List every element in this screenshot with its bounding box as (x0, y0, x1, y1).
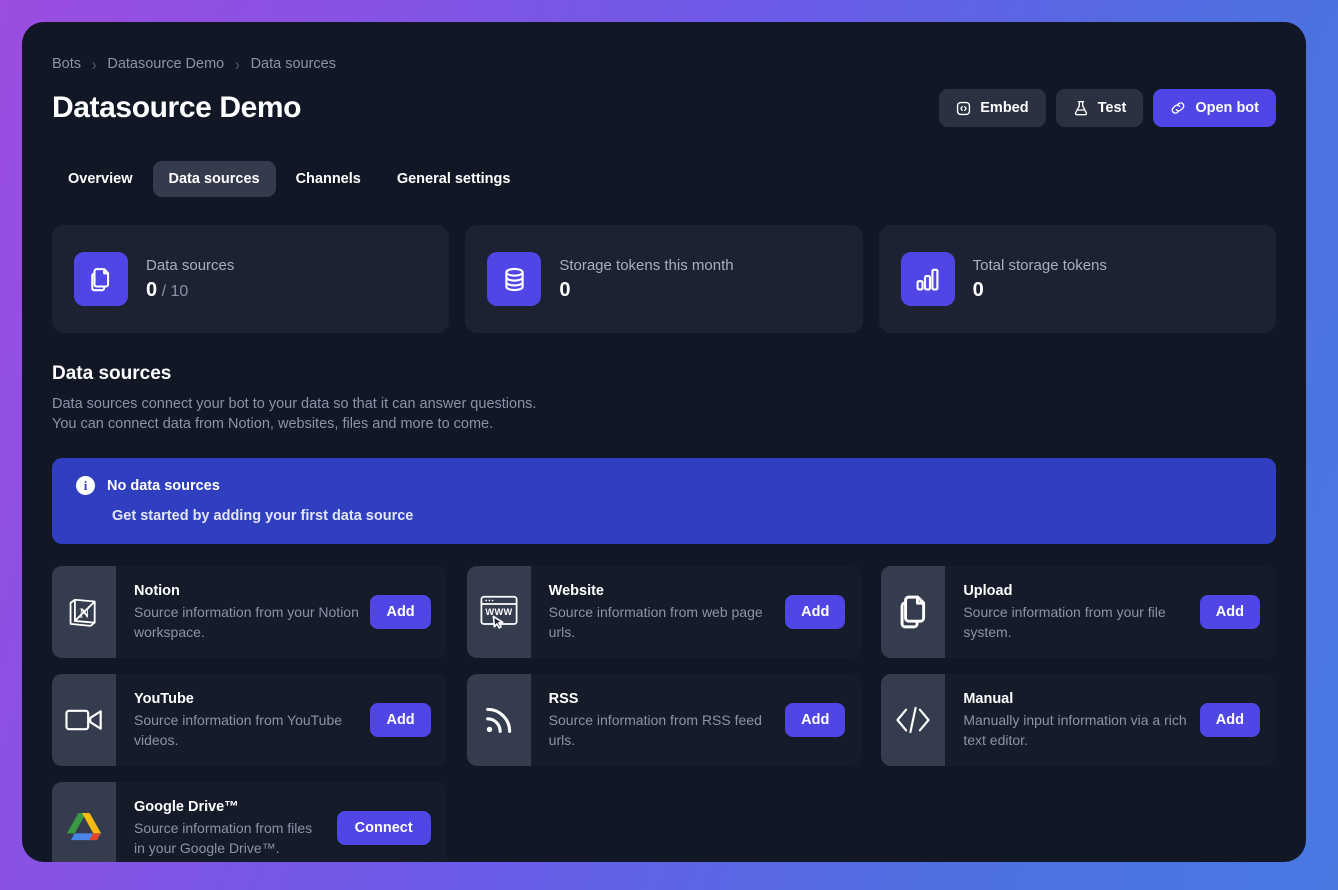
source-name: Manual (963, 690, 1014, 707)
breadcrumb-item-bots[interactable]: Bots (52, 56, 81, 72)
test-button-label: Test (1097, 100, 1127, 116)
link-icon (1170, 100, 1186, 116)
flask-icon (1073, 100, 1089, 116)
stat-card-total-storage-tokens: Total storage tokens 0 (878, 225, 1276, 333)
add-youtube-button[interactable]: Add (370, 703, 431, 737)
bar-chart-icon (900, 252, 955, 306)
test-button[interactable]: Test (1055, 89, 1144, 127)
source-name: Google Drive™ (134, 798, 239, 815)
documents-icon (881, 566, 946, 658)
embed-code-icon (956, 101, 971, 116)
info-icon: i (76, 476, 95, 495)
google-drive-icon (52, 782, 116, 862)
source-cards-grid: N Notion Source information from your No… (52, 566, 1276, 862)
source-card-rss: RSS Source information from RSS feed url… (466, 674, 862, 766)
source-description: Source information from your file system… (963, 603, 1166, 640)
source-description: Source information from YouTube videos. (134, 711, 343, 748)
stat-card-data-sources: Data sources 0 / 10 (52, 225, 450, 333)
breadcrumb-item-data-sources[interactable]: Data sources (251, 56, 336, 72)
source-name: Notion (134, 582, 180, 599)
breadcrumb-item-datasource-demo[interactable]: Datasource Demo (107, 56, 224, 72)
section-description: Data sources connect your bot to your da… (52, 396, 537, 432)
banner-title: No data sources (107, 477, 220, 494)
source-name: Upload (963, 582, 1013, 599)
chevron-right-icon: › (235, 54, 240, 74)
source-description: Source information from RSS feed urls. (548, 711, 762, 748)
code-brackets-icon (881, 674, 946, 766)
stat-value-suffix: / 10 (157, 282, 189, 300)
source-description: Manually input information via a rich te… (963, 711, 1187, 748)
no-data-sources-banner: i No data sources Get started by adding … (52, 458, 1276, 544)
header-actions: Embed Test Open bot (939, 89, 1276, 127)
source-description: Source information from your Notion work… (134, 603, 359, 640)
video-camera-icon (52, 674, 116, 766)
source-card-website: WWW Website Source information from web … (466, 566, 862, 658)
chevron-right-icon: › (92, 54, 97, 74)
app-window: Bots › Datasource Demo › Data sources Da… (22, 22, 1306, 862)
notion-icon: N (52, 566, 116, 658)
add-notion-button[interactable]: Add (370, 595, 431, 629)
svg-text:WWW: WWW (485, 607, 512, 617)
stat-card-storage-tokens-month: Storage tokens this month 0 (465, 225, 863, 333)
add-upload-button[interactable]: Add (1199, 595, 1260, 629)
stat-label: Storage tokens this month (559, 256, 734, 274)
connect-google-drive-button[interactable]: Connect (336, 811, 431, 845)
source-card-youtube: YouTube Source information from YouTube … (52, 674, 447, 766)
svg-text:N: N (80, 606, 90, 621)
source-card-manual: Manual Manually input information via a … (881, 674, 1276, 766)
source-description: Source information from files in your Go… (134, 819, 313, 856)
add-rss-button[interactable]: Add (785, 703, 846, 737)
page-title: Datasource Demo (52, 91, 302, 124)
tab-bar: Overview Data sources Channels General s… (52, 161, 1276, 197)
stats-row: Data sources 0 / 10 Storage tokens this … (52, 225, 1276, 333)
browser-www-icon: WWW (466, 566, 531, 658)
banner-subtitle: Get started by adding your first data so… (112, 508, 414, 524)
embed-button[interactable]: Embed (939, 89, 1046, 127)
add-website-button[interactable]: Add (785, 595, 846, 629)
stat-value: 0 / 10 (146, 278, 189, 301)
source-card-notion: N Notion Source information from your No… (52, 566, 447, 658)
tab-channels[interactable]: Channels (280, 161, 377, 197)
tab-general-settings[interactable]: General settings (381, 161, 527, 197)
source-name: YouTube (134, 690, 194, 707)
source-name: RSS (548, 690, 579, 707)
source-card-upload: Upload Source information from your file… (881, 566, 1276, 658)
stat-value: 0 (559, 278, 571, 301)
open-bot-button-label: Open bot (1195, 100, 1259, 116)
database-icon (487, 252, 542, 306)
stat-value: 0 (972, 278, 984, 301)
header-row: Datasource Demo Embed Test Open bot (52, 85, 1276, 131)
source-card-google-drive: Google Drive™ Source information from fi… (52, 782, 447, 862)
tab-data-sources[interactable]: Data sources (152, 161, 276, 197)
stat-label: Data sources (146, 256, 235, 274)
source-name: Website (548, 582, 604, 599)
embed-button-label: Embed (980, 100, 1029, 116)
stat-label: Total storage tokens (972, 256, 1107, 274)
breadcrumb: Bots › Datasource Demo › Data sources (52, 54, 1276, 74)
section-title: Data sources (52, 363, 172, 384)
open-bot-button[interactable]: Open bot (1153, 89, 1276, 127)
documents-icon (74, 252, 128, 306)
add-manual-button[interactable]: Add (1199, 703, 1260, 737)
rss-icon (466, 674, 531, 766)
tab-overview[interactable]: Overview (52, 161, 149, 197)
source-description: Source information from web page urls. (548, 603, 763, 640)
